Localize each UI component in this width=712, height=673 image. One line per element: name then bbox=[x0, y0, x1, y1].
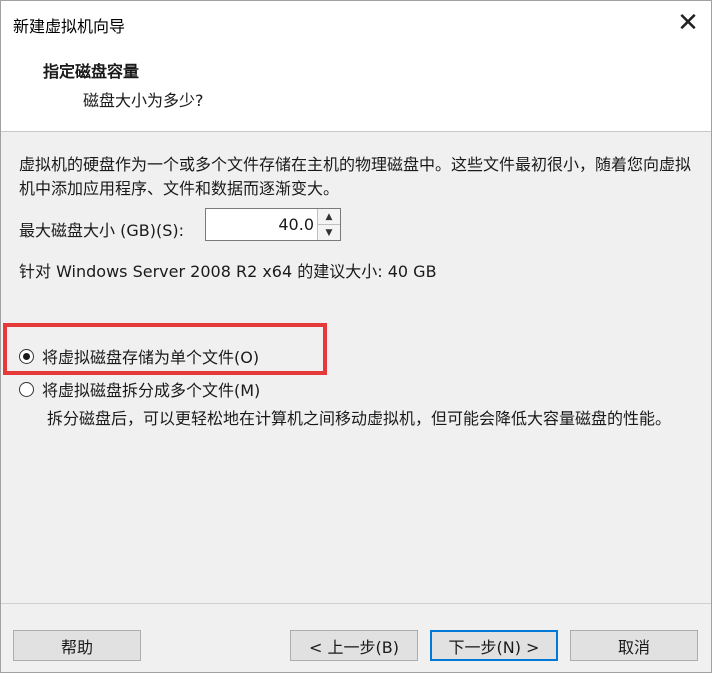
cancel-button[interactable]: 取消 bbox=[570, 630, 698, 661]
split-file-label[interactable]: 将虚拟磁盘拆分成多个文件(M) bbox=[42, 377, 260, 401]
recommended-size: 针对 Windows Server 2008 R2 x64 的建议大小: 40 … bbox=[19, 262, 437, 281]
button-bar: 帮助 < 上一步(B) 下一步(N) > 取消 bbox=[1, 603, 711, 673]
close-icon[interactable]: ✕ bbox=[665, 1, 711, 45]
back-button[interactable]: < 上一步(B) bbox=[290, 630, 418, 661]
disk-size-label: 最大磁盘大小 (GB)(S): bbox=[19, 221, 184, 240]
window-title: 新建虚拟机向导 bbox=[13, 17, 126, 36]
wizard-window: 新建虚拟机向导 ✕ 指定磁盘容量 磁盘大小为多少? 虚拟机的硬盘作为一个或多个文… bbox=[0, 0, 712, 673]
wizard-header: 指定磁盘容量 磁盘大小为多少? bbox=[1, 45, 711, 132]
page-title: 指定磁盘容量 bbox=[43, 62, 140, 81]
split-file-option[interactable]: 将虚拟磁盘拆分成多个文件(M) bbox=[19, 377, 260, 401]
highlight-box bbox=[3, 323, 327, 375]
stepper-buttons: ▲ ▼ bbox=[317, 209, 340, 240]
page-subtitle: 磁盘大小为多少? bbox=[83, 91, 204, 110]
next-button[interactable]: 下一步(N) > bbox=[430, 630, 558, 661]
stepper-up-icon[interactable]: ▲ bbox=[318, 209, 340, 225]
stepper-down-icon[interactable]: ▼ bbox=[318, 225, 340, 240]
split-note: 拆分磁盘后，可以更轻松地在计算机之间移动虚拟机，但可能会降低大容量磁盘的性能。 bbox=[47, 409, 672, 428]
title-bar: 新建虚拟机向导 ✕ bbox=[1, 1, 711, 45]
disk-size-value[interactable]: 40.0 bbox=[278, 215, 314, 234]
disk-description: 虚拟机的硬盘作为一个或多个文件存储在主机的物理磁盘中。这些文件最初很小，随着您向… bbox=[19, 155, 692, 198]
help-button[interactable]: 帮助 bbox=[13, 630, 141, 661]
disk-size-stepper[interactable]: 40.0 ▲ ▼ bbox=[205, 208, 341, 241]
split-file-radio[interactable] bbox=[19, 381, 34, 397]
